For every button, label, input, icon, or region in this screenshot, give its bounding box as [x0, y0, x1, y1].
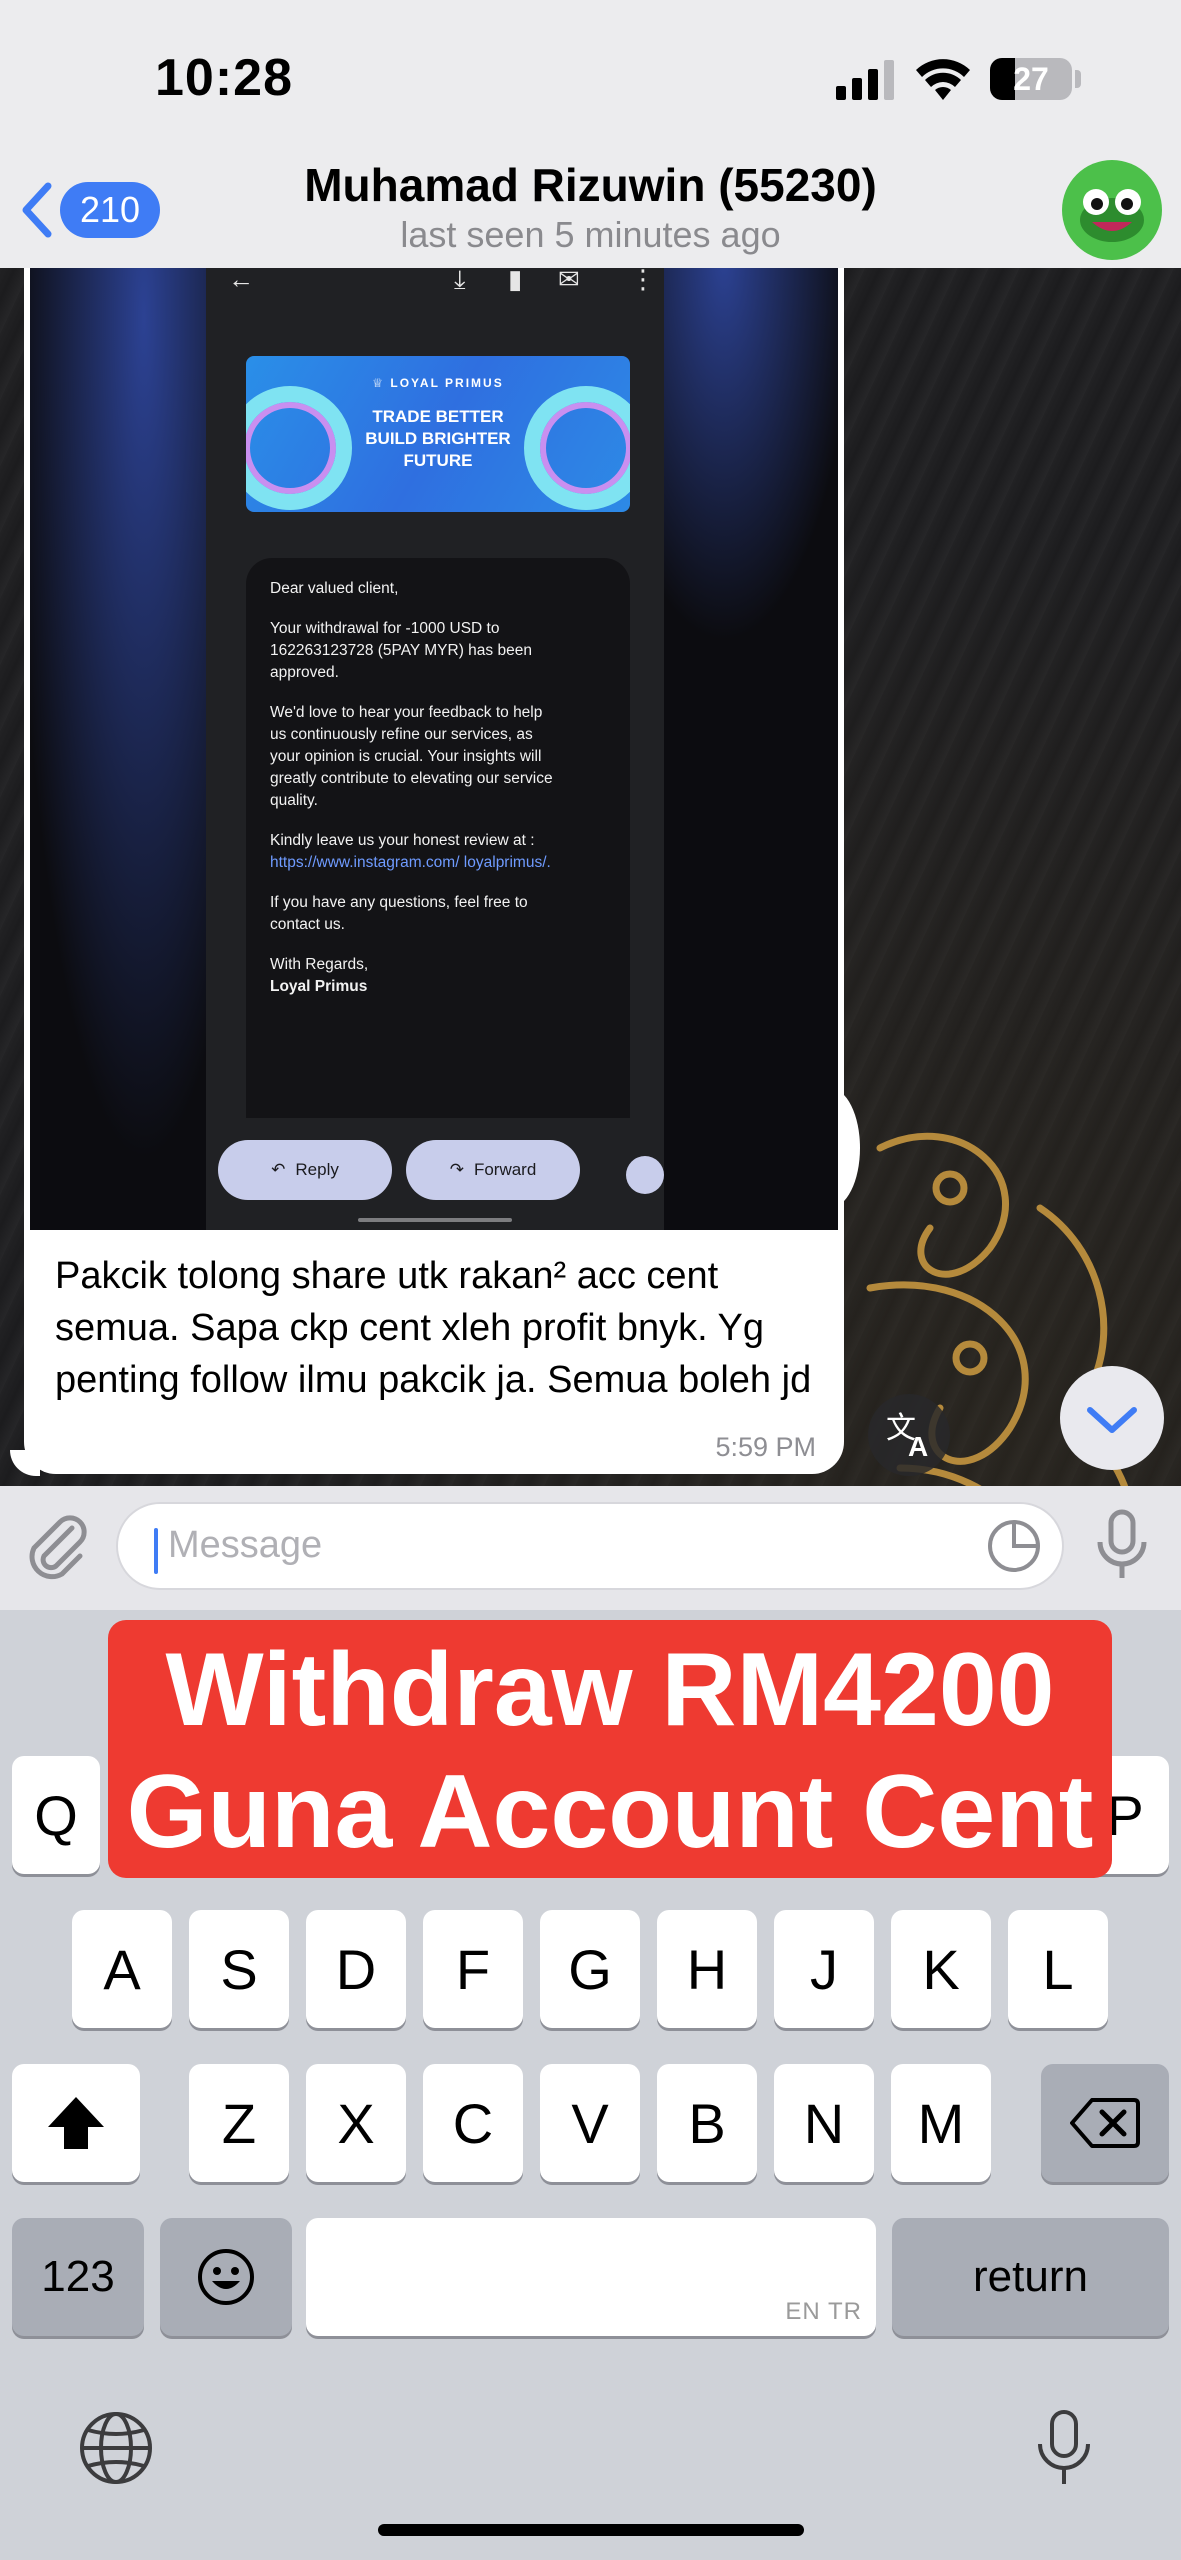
keyboard-language-hint: EN TR [785, 2298, 862, 2325]
email-link: https://www.instagram.com/ loyalprimus/. [270, 854, 551, 871]
backspace-key[interactable] [1041, 2064, 1169, 2182]
email-body: Dear valued client, Your withdrawal for … [270, 578, 560, 998]
key-m[interactable]: M [891, 2064, 991, 2182]
sticker-icon[interactable] [986, 1518, 1042, 1574]
translate-button[interactable]: 文 A [868, 1394, 950, 1476]
key-c[interactable]: C [423, 2064, 523, 2182]
backspace-icon [1070, 2098, 1140, 2148]
overlay-line-2: Guna Account Cent [126, 1754, 1094, 1870]
message-bubble[interactable]: ← ⤓ ▮ ✉ ⋮ ♕ LOYAL PRIMUS TRADE BETTER BU… [24, 268, 844, 1474]
banner-brand: ♕ LOYAL PRIMUS [372, 376, 504, 390]
email-paragraph: Kindly leave us your honest review at : … [270, 832, 551, 871]
key-f[interactable]: F [423, 1910, 523, 2028]
paperclip-icon[interactable] [20, 1508, 96, 1584]
email-paragraph: We'd love to hear your feedback to help … [270, 704, 553, 809]
key-s[interactable]: S [189, 1910, 289, 2028]
cellular-signal-icon [836, 60, 894, 100]
emoji-reaction-icon [626, 1156, 664, 1194]
banner-slogan: TRADE BETTER BUILD BRIGHTER FUTURE [365, 407, 511, 470]
shift-icon [48, 2097, 104, 2149]
status-time: 10:28 [155, 49, 293, 107]
key-h[interactable]: H [657, 1910, 757, 2028]
email-banner: ♕ LOYAL PRIMUS TRADE BETTER BUILD BRIGHT… [246, 356, 630, 512]
key-d[interactable]: D [306, 1910, 406, 2028]
key-a[interactable]: A [72, 1910, 172, 2028]
email-actions: ↶ Reply ↷ Forward [206, 1128, 664, 1230]
key-l[interactable]: L [1008, 1910, 1108, 2028]
space-key[interactable]: EN TR [306, 2218, 876, 2336]
chat-header: 210 Muhamad Rizuwin (55230) last seen 5 … [0, 150, 1181, 268]
text-caret [154, 1528, 158, 1574]
promo-overlay-banner: Withdraw RM4200 Guna Account Cent [108, 1620, 1112, 1878]
chevron-down-icon [1087, 1407, 1137, 1433]
key-x[interactable]: X [306, 2064, 406, 2182]
email-toolbar: ← ⤓ ▮ ✉ ⋮ [206, 268, 664, 308]
message-timestamp: 5:59 PM [715, 1432, 816, 1462]
scroll-down-button[interactable] [1060, 1366, 1164, 1470]
home-indicator[interactable] [378, 2524, 804, 2536]
wifi-icon [916, 59, 970, 100]
status-bar: 10:28 27 [0, 0, 1181, 150]
email-greeting: Dear valued client, [270, 580, 399, 597]
message-text: Pakcik tolong share utk rakan² acc cent … [55, 1255, 812, 1401]
trash-icon: ▮ [508, 268, 523, 294]
email-paragraph: If you have any questions, feel free to … [270, 894, 528, 933]
avatar[interactable] [1062, 160, 1162, 260]
reply-icon: ↶ [271, 1160, 286, 1179]
svg-text:A: A [908, 1431, 928, 1462]
translate-icon: 文 A [886, 1412, 928, 1462]
key-g[interactable]: G [540, 1910, 640, 2028]
email-signoff: With Regards, Loyal Primus [270, 956, 369, 995]
email-paragraph: Your withdrawal for -1000 USD to 1622631… [270, 620, 532, 681]
chat-title[interactable]: Muhamad Rizuwin (55230) [0, 158, 1181, 212]
key-k[interactable]: K [891, 1910, 991, 2028]
email-reply-button: ↶ Reply [218, 1140, 392, 1200]
key-b[interactable]: B [657, 2064, 757, 2182]
battery-percent: 27 [1013, 61, 1049, 97]
message-input[interactable]: Message [116, 1502, 1064, 1590]
microphone-icon[interactable] [1092, 1508, 1152, 1584]
battery-cap [1075, 70, 1081, 88]
emoji-icon [198, 2249, 254, 2305]
arrow-left-icon: ← [228, 268, 254, 294]
globe-icon[interactable] [78, 2410, 154, 2486]
message-input-bar: Message [0, 1486, 1181, 1610]
key-n[interactable]: N [774, 2064, 874, 2182]
numbers-key[interactable]: 123 [12, 2218, 144, 2336]
battery-indicator: 27 [990, 58, 1072, 100]
return-key[interactable]: return [892, 2218, 1169, 2336]
message-placeholder: Message [168, 1524, 323, 1566]
mail-icon: ✉ [558, 268, 580, 294]
last-seen-status: last seen 5 minutes ago [400, 214, 781, 255]
more-icon: ⋮ [630, 268, 656, 294]
emoji-key[interactable] [160, 2218, 292, 2336]
forward-icon: ↷ [449, 1160, 464, 1179]
email-forward-button: ↷ Forward [406, 1140, 580, 1200]
message-photo[interactable]: ← ⤓ ▮ ✉ ⋮ ♕ LOYAL PRIMUS TRADE BETTER BU… [30, 268, 838, 1230]
key-q[interactable]: Q [12, 1756, 100, 1874]
key-z[interactable]: Z [189, 2064, 289, 2182]
key-j[interactable]: J [774, 1910, 874, 2028]
screenshot-phone: ← ⤓ ▮ ✉ ⋮ ♕ LOYAL PRIMUS TRADE BETTER BU… [206, 268, 664, 1230]
download-icon: ⤓ [454, 268, 466, 294]
shift-key[interactable] [12, 2064, 140, 2182]
frog-avatar-icon [1080, 189, 1144, 242]
dictation-mic-icon[interactable] [1034, 2408, 1094, 2488]
overlay-line-1: Withdraw RM4200 [165, 1632, 1055, 1748]
screenshot-home-bar [358, 1218, 512, 1222]
key-v[interactable]: V [540, 2064, 640, 2182]
